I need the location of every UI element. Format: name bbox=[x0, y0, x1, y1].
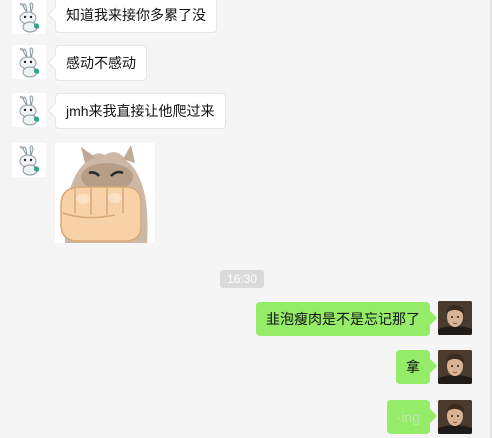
rabbit-avatar-icon[interactable] bbox=[12, 143, 46, 177]
rabbit-avatar-icon[interactable] bbox=[12, 45, 46, 79]
message-text: 感动不感动 bbox=[66, 55, 136, 71]
outgoing-message[interactable]: ·ing bbox=[386, 400, 430, 434]
message-text: 拿 bbox=[406, 359, 420, 375]
rabbit-avatar-icon[interactable] bbox=[12, 0, 46, 34]
outgoing-message[interactable]: 拿 bbox=[396, 350, 430, 384]
message-text: 知道我来接你多累了没 bbox=[66, 7, 206, 23]
incoming-message[interactable]: 知道我来接你多累了没 bbox=[55, 0, 217, 33]
chat-window: 知道我来接你多累了没 感动不感动 jmh来我直接让他爬过来 16:30 韭泡瘦肉… bbox=[0, 0, 492, 438]
outgoing-message[interactable]: 韭泡瘦肉是不是忘记那了 bbox=[256, 302, 430, 336]
message-text: ·ing bbox=[396, 409, 420, 425]
message-text: 韭泡瘦肉是不是忘记那了 bbox=[266, 311, 420, 327]
person-avatar-icon[interactable] bbox=[438, 350, 472, 384]
timestamp-badge: 16:30 bbox=[220, 270, 264, 288]
incoming-message[interactable]: jmh来我直接让他爬过来 bbox=[55, 93, 226, 129]
person-avatar-icon[interactable] bbox=[438, 301, 472, 335]
message-text: jmh来我直接让他爬过来 bbox=[66, 103, 215, 119]
incoming-message[interactable]: 感动不感动 bbox=[55, 45, 147, 81]
person-avatar-icon[interactable] bbox=[438, 400, 472, 434]
fist-cat-sticker-icon[interactable] bbox=[55, 143, 155, 243]
rabbit-avatar-icon[interactable] bbox=[12, 93, 46, 127]
